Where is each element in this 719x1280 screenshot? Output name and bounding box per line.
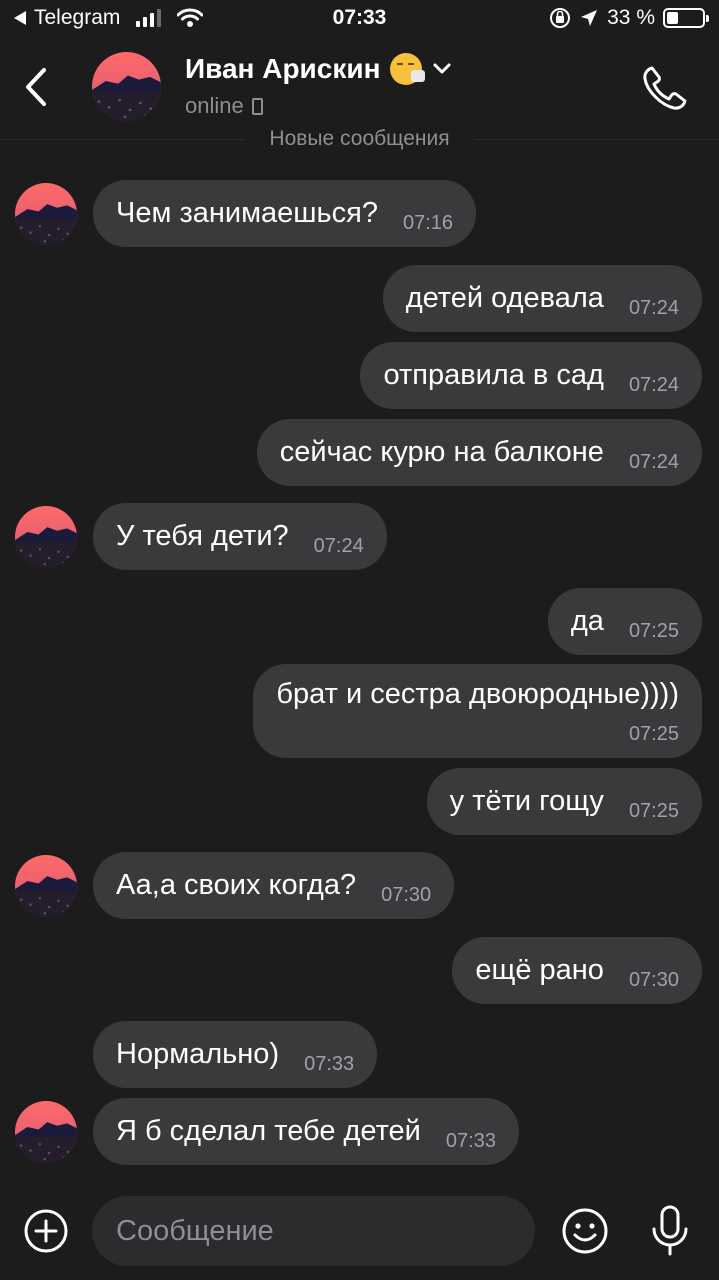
wifi-icon bbox=[177, 8, 204, 27]
message-input-bar bbox=[0, 1180, 719, 1280]
message-time: 07:25 bbox=[628, 620, 679, 642]
message-text: сейчас курю на балконе bbox=[279, 436, 604, 468]
message-text: да bbox=[570, 605, 604, 637]
outgoing-message[interactable]: ещё рано 07:30 bbox=[452, 937, 702, 1004]
message-time: 07:16 bbox=[403, 212, 454, 234]
outgoing-message[interactable]: детей одевала 07:24 bbox=[382, 265, 702, 332]
chevron-left-icon bbox=[26, 68, 46, 106]
cellular-signal-icon bbox=[136, 9, 162, 27]
message-time: 07:33 bbox=[445, 1130, 496, 1152]
message-time: 07:25 bbox=[628, 800, 679, 822]
back-button[interactable] bbox=[14, 62, 58, 112]
battery-icon bbox=[663, 8, 709, 28]
incoming-message[interactable]: У тебя дети? 07:24 bbox=[93, 503, 387, 570]
sender-avatar[interactable] bbox=[15, 506, 77, 568]
sneezing-face-emoji-icon bbox=[390, 53, 426, 85]
new-messages-label: Новые сообщения bbox=[245, 127, 474, 150]
sender-avatar[interactable] bbox=[15, 855, 77, 917]
chevron-down-icon bbox=[433, 63, 451, 74]
back-to-app-label[interactable]: Telegram bbox=[34, 6, 120, 30]
incoming-message[interactable]: Аа,а своих когда? 07:30 bbox=[93, 852, 455, 919]
status-left: Telegram bbox=[14, 6, 204, 30]
message-text: отправила в сад bbox=[383, 359, 604, 391]
contact-name-row[interactable]: Иван Арискин bbox=[185, 53, 452, 85]
back-to-app-icon[interactable] bbox=[14, 11, 26, 25]
voice-message-button[interactable] bbox=[648, 1204, 692, 1258]
contact-status-label: online bbox=[185, 93, 244, 118]
message-text: ещё рано bbox=[475, 954, 604, 986]
call-button[interactable] bbox=[641, 64, 689, 112]
status-bar: Telegram 07:33 33 % bbox=[0, 0, 719, 40]
emoji-button[interactable] bbox=[561, 1207, 609, 1255]
outgoing-message[interactable]: отправила в сад 07:24 bbox=[360, 342, 702, 409]
microphone-icon bbox=[652, 1205, 688, 1256]
message-text: детей одевала bbox=[405, 282, 604, 314]
new-messages-divider: Новые сообщения bbox=[0, 126, 719, 156]
message-time: 07:24 bbox=[313, 535, 364, 557]
sender-avatar[interactable] bbox=[15, 183, 77, 245]
contact-status: online bbox=[185, 93, 263, 119]
message-time: 07:24 bbox=[628, 374, 679, 396]
phone-icon bbox=[643, 66, 687, 110]
message-time: 07:24 bbox=[628, 451, 679, 473]
contact-avatar[interactable] bbox=[92, 52, 161, 121]
message-time: 07:25 bbox=[628, 723, 679, 745]
plus-circle-icon bbox=[24, 1209, 68, 1253]
message-time: 07:30 bbox=[628, 969, 679, 991]
message-time: 07:30 bbox=[381, 884, 432, 906]
battery-percent: 33 % bbox=[607, 6, 655, 29]
sender-avatar[interactable] bbox=[15, 1101, 77, 1163]
chat-header: Иван Арискин online bbox=[0, 40, 719, 140]
orientation-lock-icon bbox=[550, 8, 571, 28]
status-right: 33 % bbox=[549, 6, 709, 30]
outgoing-message[interactable]: сейчас курю на балконе 07:24 bbox=[256, 419, 702, 486]
message-text: брат и сестра двоюродные)))) bbox=[276, 678, 679, 710]
message-text: Нормально) bbox=[116, 1038, 280, 1070]
outgoing-message[interactable]: да 07:25 bbox=[547, 588, 702, 655]
outgoing-message[interactable]: брат и сестра двоюродные)))) 07:25 bbox=[253, 664, 702, 758]
message-time: 07:33 bbox=[304, 1053, 355, 1075]
location-icon bbox=[581, 10, 598, 26]
outgoing-message[interactable]: у тёти гощу 07:25 bbox=[426, 768, 702, 835]
incoming-message[interactable]: Я б сделал тебе детей 07:33 bbox=[93, 1098, 519, 1165]
message-time: 07:24 bbox=[628, 297, 679, 319]
contact-name: Иван Арискин bbox=[185, 53, 381, 84]
message-text: у тёти гощу bbox=[449, 785, 604, 817]
message-text: У тебя дети? bbox=[116, 520, 289, 552]
attach-button[interactable] bbox=[23, 1208, 69, 1254]
message-input[interactable] bbox=[92, 1196, 535, 1266]
mobile-device-icon bbox=[251, 97, 263, 115]
smiley-icon bbox=[562, 1208, 608, 1254]
incoming-message[interactable]: Нормально) 07:33 bbox=[93, 1021, 378, 1088]
message-text: Я б сделал тебе детей bbox=[116, 1115, 421, 1147]
message-text: Чем занимаешься? bbox=[116, 197, 378, 229]
incoming-message[interactable]: Чем занимаешься? 07:16 bbox=[93, 180, 477, 247]
message-text: Аа,а своих когда? bbox=[116, 869, 357, 901]
